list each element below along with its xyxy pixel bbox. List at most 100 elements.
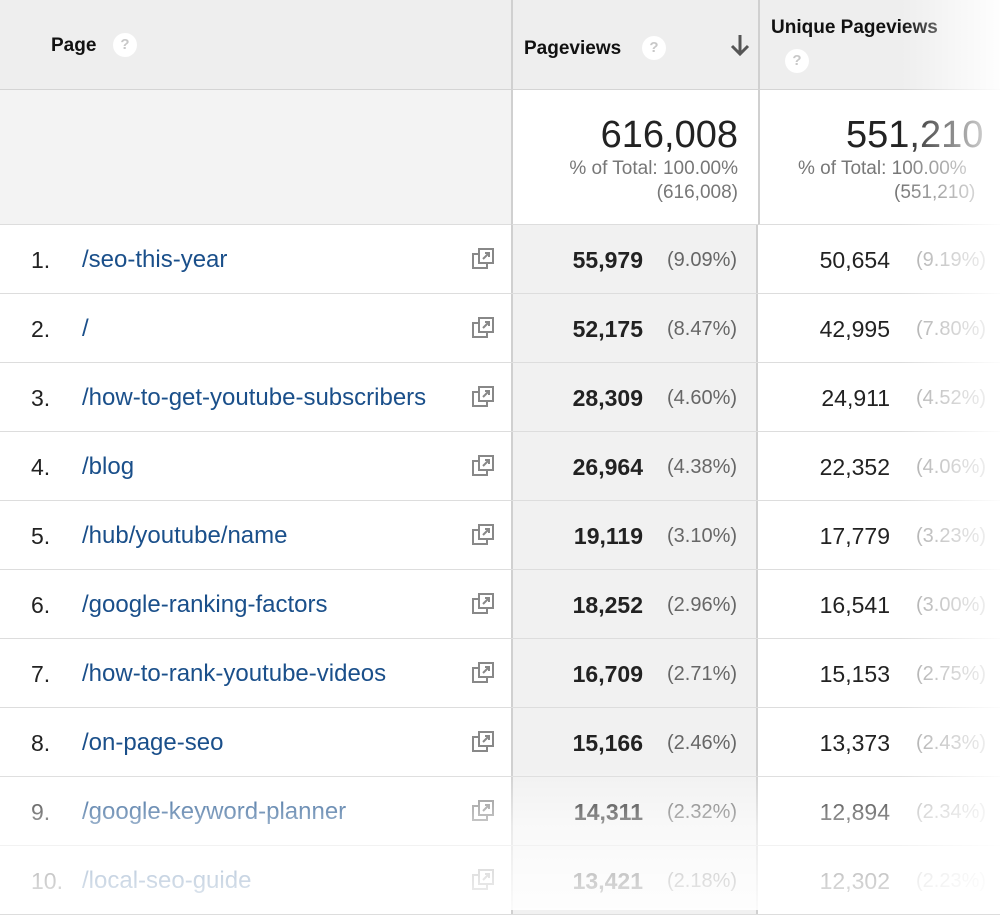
unique-pageviews-value: 50,654 [819,247,890,273]
sort-descending-arrow-icon[interactable] [729,32,751,58]
open-external-icon[interactable] [471,385,495,409]
row-index: 7. [31,661,51,687]
row-index: 2. [31,316,51,342]
table-row: 1. /seo-this-year 55,979 (9.09%) 50,654 (9.19… [0,225,1000,294]
pageviews-percent: (2.71%) [667,663,738,685]
open-external-icon[interactable] [471,592,495,616]
analytics-table: Page ? Pageviews ? Unique Pageviews ? 61… [0,0,1000,915]
pageviews-value: 52,175 [572,316,643,342]
table-row: 10. /local-seo-guide 13,421 (2.18%) 12,302 (2… [0,846,1000,915]
row-index: 4. [31,454,51,480]
open-external-icon[interactable] [471,454,495,478]
unique-pageviews-percent: (4.06%) [916,456,987,478]
header-page-label: Page [51,35,97,56]
open-external-icon[interactable] [471,316,495,340]
total-pageviews-paren: (616,008) [656,182,738,203]
table-row: 8. /on-page-seo 15,166 (2.46%) 13,373 (2.43%) [0,708,1000,777]
page-link[interactable]: /google-keyword-planner [82,798,346,826]
pageviews-percent: (2.96%) [667,594,738,616]
unique-pageviews-value: 17,779 [819,523,890,549]
unique-pageviews-percent: (3.23%) [916,525,987,547]
unique-pageviews-value: 16,541 [819,592,890,618]
unique-pageviews-percent: (2.43%) [916,732,987,754]
total-unique-pageviews-paren: (551,210) [894,182,976,203]
pageviews-value: 16,709 [572,661,643,687]
open-external-icon[interactable] [471,799,495,823]
table-row: 3. /how-to-get-youtube-subscribers 28,309 (… [0,363,1000,432]
unique-pageviews-value: 15,153 [819,661,890,687]
open-external-icon[interactable] [471,523,495,547]
page-link[interactable]: /on-page-seo [82,729,223,757]
page-link[interactable]: /how-to-get-youtube-subscribers [82,384,426,412]
unique-pageviews-value: 42,995 [819,316,890,342]
page-link[interactable]: /blog [82,453,134,481]
unique-pageviews-value: 12,302 [819,868,890,894]
open-external-icon[interactable] [471,247,495,271]
row-index: 6. [31,592,51,618]
table-row: 4. /blog 26,964 (4.38%) 22,352 (4.06%) [0,432,1000,501]
open-external-icon[interactable] [471,661,495,685]
pageviews-percent: (8.47%) [667,318,738,340]
total-pageviews-pct: % of Total: 100.00% [569,158,738,179]
header-pageviews-label[interactable]: Pageviews [524,38,621,60]
unique-pageviews-value: 24,911 [821,385,890,411]
pageviews-value: 19,119 [573,523,643,549]
total-pageviews-value: 616,008 [600,114,738,156]
unique-pageviews-percent: (2.75%) [916,663,987,685]
totals-unique-pageviews-cell: 551,210 % of Total: 100.00% (551,210) [758,90,1000,225]
page-help-icon[interactable]: ? [113,33,137,57]
page-link[interactable]: /google-ranking-factors [82,591,327,619]
unique-pageviews-value: 12,894 [819,799,890,825]
unique-pageviews-percent: (9.19%) [916,249,987,271]
unique-pageviews-percent: (7.80%) [916,318,987,340]
header-unique-pageviews-cell[interactable]: Unique Pageviews ? [758,0,1000,90]
pageviews-percent: (2.32%) [667,801,738,823]
pageviews-percent: (4.38%) [667,456,738,478]
totals-page-cell [0,90,511,225]
page-link[interactable]: /hub/youtube/name [82,522,288,550]
unique-pageviews-percent: (4.52%) [916,387,987,409]
unique-pageviews-value: 22,352 [819,454,890,480]
pageviews-percent: (9.09%) [667,249,738,271]
unique-pageviews-percent: (3.00%) [916,594,987,616]
unique-pageviews-value: 13,373 [819,730,890,756]
open-external-icon[interactable] [471,730,495,754]
total-unique-pageviews-value: 551,210 [846,114,984,156]
pageviews-value: 13,421 [572,868,643,894]
page-link[interactable]: /local-seo-guide [82,867,251,895]
pageviews-value: 28,309 [572,385,643,411]
unique-pageviews-percent: (2.23%) [916,870,987,892]
pageviews-value: 15,166 [572,730,643,756]
header-unique-pageviews-label[interactable]: Unique Pageviews [771,17,938,39]
table-row: 7. /how-to-rank-youtube-videos 16,709 (2.71… [0,639,1000,708]
total-unique-pageviews-pct: % of Total: 100.00% [798,158,967,179]
page-link[interactable]: /seo-this-year [82,246,227,274]
pageviews-value: 26,964 [572,454,643,480]
row-index: 5. [31,523,51,549]
pageviews-value: 55,979 [572,247,643,273]
table-row: 2. / 52,175 (8.47%) 42,995 (7.80%) [0,294,1000,363]
table-row: 9. /google-keyword-planner 14,311 (2.32%) 12… [0,777,1000,846]
table-row: 6. /google-ranking-factors 18,252 (2.96%) 16… [0,570,1000,639]
row-index: 9. [31,799,51,825]
pageviews-value: 14,311 [573,799,643,825]
pageviews-percent: (3.10%) [667,525,738,547]
row-index: 8. [31,730,51,756]
pageviews-percent: (2.18%) [667,870,738,892]
pageviews-percent: (4.60%) [667,387,738,409]
pageviews-help-icon[interactable]: ? [642,36,666,60]
pageviews-value: 18,252 [572,592,643,618]
header-page-cell: Page ? [0,0,511,90]
row-index: 10. [31,868,63,894]
page-link[interactable]: /how-to-rank-youtube-videos [82,660,386,688]
header-pageviews-cell[interactable]: Pageviews ? [511,0,758,90]
unique-pageviews-percent: (2.34%) [916,801,987,823]
row-index: 1. [31,247,51,273]
pageviews-percent: (2.46%) [667,732,738,754]
unique-pageviews-help-icon[interactable]: ? [785,49,809,73]
totals-pageviews-cell: 616,008 % of Total: 100.00% (616,008) [511,90,758,225]
page-link[interactable]: / [82,315,89,343]
open-external-icon[interactable] [471,868,495,892]
table-row: 5. /hub/youtube/name 19,119 (3.10%) 17,779 (3… [0,501,1000,570]
row-index: 3. [31,385,51,411]
